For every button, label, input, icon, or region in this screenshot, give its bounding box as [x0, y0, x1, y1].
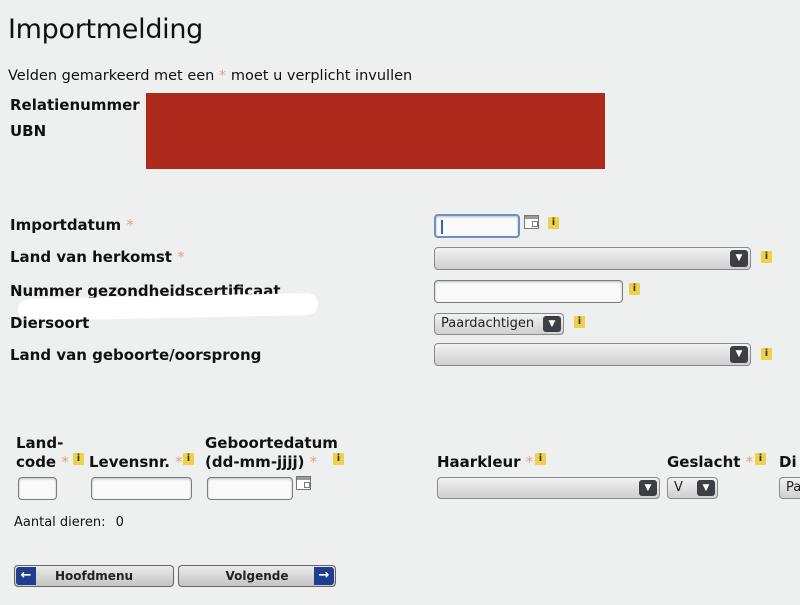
text-caret: [441, 220, 443, 234]
info-icon[interactable]: i: [629, 283, 640, 295]
landcode-header-line2: code *: [16, 453, 69, 472]
info-icon[interactable]: i: [755, 453, 766, 465]
calendar-icon[interactable]: [296, 476, 311, 490]
required-asterisk: *: [745, 453, 754, 471]
hoofdmenu-label: Hoofdmenu: [54, 569, 134, 583]
aantal-dieren-label: Aantal dieren:: [14, 515, 106, 530]
importdatum-label: Importdatum *: [10, 216, 134, 234]
geboortedatum-input[interactable]: [207, 477, 293, 500]
landcode-input[interactable]: [18, 477, 57, 500]
chevron-down-icon: ▼: [639, 480, 657, 496]
geboortedatum-header: Geboortedatum (dd-mm-jjjj) *: [205, 434, 338, 472]
info-icon[interactable]: i: [548, 217, 559, 229]
landcode-header: Land- code *: [16, 434, 69, 472]
volgende-label: Volgende: [225, 569, 289, 583]
info-icon[interactable]: i: [761, 348, 772, 360]
calendar-icon[interactable]: [524, 215, 539, 229]
aantal-dieren-value: 0: [115, 515, 124, 530]
cut-off-value: Pa: [786, 480, 800, 495]
levensnr-header-text: Levensnr.: [89, 453, 170, 471]
geboortedatum-header-text: (dd-mm-jjjj): [205, 453, 305, 471]
required-asterisk: *: [177, 248, 185, 266]
required-asterisk: *: [175, 453, 183, 471]
chevron-down-icon: ▼: [730, 250, 748, 267]
land-herkomst-label-text: Land van herkomst: [10, 248, 172, 266]
info-icon[interactable]: i: [183, 453, 194, 465]
chevron-down-icon: ▼: [697, 480, 715, 496]
info-icon[interactable]: i: [535, 453, 546, 465]
levensnr-header: Levensnr. *: [89, 453, 183, 472]
land-herkomst-label: Land van herkomst *: [10, 248, 185, 266]
intro-text-after: moet u verplicht invullen: [230, 68, 413, 84]
haarkleur-header: Haarkleur *: [437, 453, 533, 472]
aantal-dieren: Aantal dieren: 0: [14, 515, 124, 530]
land-geboorte-select[interactable]: ▼: [434, 343, 751, 366]
landcode-header-text: code: [16, 453, 57, 471]
landcode-header-line1: Land-: [16, 434, 64, 452]
geslacht-select[interactable]: V ▼: [667, 477, 718, 499]
importdatum-label-text: Importdatum: [10, 216, 122, 234]
volgende-button[interactable]: Volgende →: [178, 565, 336, 587]
chevron-down-icon: ▼: [730, 346, 748, 363]
info-icon[interactable]: i: [73, 453, 84, 465]
info-icon[interactable]: i: [333, 453, 344, 465]
relatienummer-label: Relatienummer: [10, 96, 140, 114]
geslacht-header: Geslacht *: [667, 453, 753, 472]
cut-off-select[interactable]: Pa: [779, 477, 800, 499]
intro-text-before: Velden gemarkeerd met een: [8, 68, 215, 84]
diersoort-label: Diersoort: [10, 314, 90, 332]
arrow-right-icon: →: [314, 567, 334, 585]
required-fields-note: Velden gemarkeerd met een * moet u verpl…: [8, 68, 412, 84]
haarkleur-header-text: Haarkleur: [437, 453, 521, 471]
arrow-left-icon: ←: [16, 567, 36, 585]
geslacht-value: V: [674, 480, 683, 495]
geslacht-header-text: Geslacht: [667, 453, 741, 471]
diersoort-select[interactable]: Paardachtigen ▼: [434, 313, 564, 335]
chevron-down-icon: ▼: [543, 316, 561, 332]
required-asterisk: *: [219, 68, 227, 84]
land-geboorte-label: Land van geboorte/oorsprong: [10, 346, 262, 364]
land-herkomst-select[interactable]: ▼: [434, 247, 751, 270]
required-asterisk: *: [525, 453, 534, 471]
haarkleur-select[interactable]: ▼: [437, 477, 660, 499]
page-title: Importmelding: [8, 14, 204, 45]
ubn-label: UBN: [10, 122, 47, 140]
hoofdmenu-button[interactable]: ← Hoofdmenu: [14, 565, 174, 587]
required-asterisk: *: [126, 216, 134, 234]
info-icon[interactable]: i: [761, 251, 772, 263]
certificaat-input[interactable]: [434, 280, 623, 303]
geboortedatum-header-line1: Geboortedatum: [205, 434, 338, 452]
geboortedatum-header-line2: (dd-mm-jjjj) *: [205, 453, 338, 472]
info-icon[interactable]: i: [574, 316, 585, 328]
importdatum-input[interactable]: [434, 214, 520, 238]
required-asterisk: *: [61, 453, 69, 471]
levensnr-input[interactable]: [91, 477, 192, 500]
redaction-block: [146, 93, 605, 169]
required-asterisk: *: [309, 453, 318, 471]
cut-off-header: Di: [779, 453, 797, 471]
diersoort-value: Paardachtigen: [441, 316, 535, 331]
